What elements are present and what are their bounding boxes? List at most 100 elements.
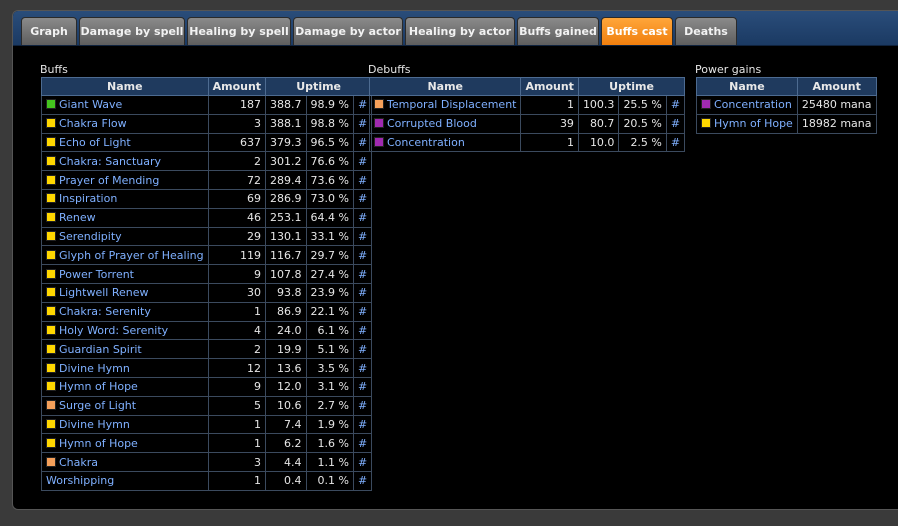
row-name-cell[interactable]: Guardian Spirit <box>41 339 209 360</box>
row-detail-link[interactable]: # <box>352 301 373 322</box>
row-detail-link[interactable]: # <box>352 339 373 360</box>
row-detail-link[interactable]: # <box>352 264 373 284</box>
col-amount[interactable]: Amount <box>207 77 267 96</box>
col-amount[interactable]: Amount <box>796 77 877 96</box>
row-uptime-percent: 96.5 % <box>305 132 355 153</box>
row-name-cell[interactable]: Chakra: Sanctuary <box>41 151 209 172</box>
row-name[interactable]: Hymn of Hope <box>714 117 793 130</box>
row-name-cell[interactable]: Worshipping <box>41 470 209 491</box>
row-name[interactable]: Worshipping <box>46 474 114 487</box>
row-detail-link[interactable]: # <box>665 113 686 134</box>
row-amount: 9 <box>207 264 267 284</box>
row-amount: 3 <box>207 113 267 134</box>
row-name[interactable]: Temporal Displacement <box>387 98 516 111</box>
row-name[interactable]: Surge of Light <box>59 399 136 412</box>
tab-graph[interactable]: Graph <box>21 17 77 45</box>
row-name-cell[interactable]: Giant Wave <box>41 95 209 115</box>
row-name[interactable]: Holy Word: Serenity <box>59 324 168 337</box>
col-amount[interactable]: Amount <box>520 77 579 96</box>
row-name[interactable]: Chakra: Sanctuary <box>59 155 161 168</box>
row-name-cell[interactable]: Power Torrent <box>41 264 209 284</box>
row-detail-link[interactable]: # <box>352 470 373 491</box>
tab-healing-by-actor[interactable]: Healing by actor <box>405 17 515 45</box>
color-swatch-icon <box>701 99 711 110</box>
tab-deaths[interactable]: Deaths <box>675 17 737 45</box>
row-name[interactable]: Glyph of Prayer of Healing <box>59 249 204 262</box>
row-name-cell[interactable]: Chakra Flow <box>41 113 209 134</box>
row-name[interactable]: Giant Wave <box>59 98 122 111</box>
color-swatch-icon <box>46 212 56 223</box>
row-detail-link[interactable]: # <box>665 132 686 153</box>
tab-buffs-cast[interactable]: Buffs cast <box>601 17 673 45</box>
row-name[interactable]: Hymn of Hope <box>59 437 138 450</box>
row-name-cell[interactable]: Surge of Light <box>41 395 209 416</box>
row-name-cell[interactable]: Concentration <box>368 132 522 153</box>
row-name[interactable]: Corrupted Blood <box>387 117 477 130</box>
row-detail-link[interactable]: # <box>352 395 373 416</box>
row-detail-link[interactable]: # <box>352 170 373 190</box>
row-name[interactable]: Divine Hymn <box>59 418 130 431</box>
row-uptime-percent: 6.1 % <box>305 320 355 341</box>
row-name[interactable]: Inspiration <box>59 192 117 205</box>
row-name-cell[interactable]: Hymn of Hope <box>41 376 209 397</box>
row-detail-link[interactable]: # <box>352 151 373 172</box>
row-name-cell[interactable]: Inspiration <box>41 188 209 209</box>
col-uptime[interactable]: Uptime <box>577 77 686 96</box>
row-name[interactable]: Guardian Spirit <box>59 343 142 356</box>
row-name[interactable]: Prayer of Mending <box>59 174 159 187</box>
row-name[interactable]: Hymn of Hope <box>59 380 138 393</box>
color-swatch-icon <box>46 155 56 166</box>
row-detail-link[interactable]: # <box>352 245 373 266</box>
row-name-cell[interactable]: Renew <box>41 207 209 228</box>
row-name[interactable]: Chakra Flow <box>59 117 127 130</box>
tab-damage-by-actor[interactable]: Damage by actor <box>293 17 403 45</box>
row-detail-link[interactable]: # <box>352 433 373 454</box>
row-detail-link[interactable]: # <box>352 188 373 209</box>
row-detail-link[interactable]: # <box>352 320 373 341</box>
row-name-cell[interactable]: Prayer of Mending <box>41 170 209 190</box>
power-gains-title: Power gains <box>695 63 762 76</box>
row-name-cell[interactable]: Hymn of Hope <box>41 433 209 454</box>
row-detail-link[interactable]: # <box>665 95 686 115</box>
row-name[interactable]: Concentration <box>387 136 465 149</box>
row-detail-link[interactable]: # <box>352 358 373 378</box>
col-uptime[interactable]: Uptime <box>265 77 373 96</box>
row-name-cell[interactable]: Holy Word: Serenity <box>41 320 209 341</box>
row-detail-link[interactable]: # <box>352 226 373 247</box>
row-name-cell[interactable]: Divine Hymn <box>41 414 209 435</box>
row-name[interactable]: Chakra: Serenity <box>59 305 151 318</box>
row-name-cell[interactable]: Divine Hymn <box>41 358 209 378</box>
row-detail-link[interactable]: # <box>352 376 373 397</box>
row-name-cell[interactable]: Chakra: Serenity <box>41 301 209 322</box>
row-name[interactable]: Lightwell Renew <box>59 286 148 299</box>
row-detail-link[interactable]: # <box>352 207 373 228</box>
table-row: Holy Word: Serenity 4 24.0 6.1 % # <box>41 320 373 341</box>
row-name[interactable]: Echo of Light <box>59 136 131 149</box>
tab-healing-by-spell[interactable]: Healing by spell <box>187 17 291 45</box>
row-name-cell[interactable]: Temporal Displacement <box>368 95 522 115</box>
row-name-cell[interactable]: Serendipity <box>41 226 209 247</box>
row-name[interactable]: Chakra <box>59 456 98 469</box>
row-detail-link[interactable]: # <box>352 452 373 472</box>
row-name[interactable]: Renew <box>59 211 96 224</box>
tab-damage-by-spell[interactable]: Damage by spell <box>79 17 185 45</box>
tab-buffs-gained[interactable]: Buffs gained <box>517 17 599 45</box>
row-detail-link[interactable]: # <box>352 282 373 303</box>
row-detail-link[interactable]: # <box>352 414 373 435</box>
row-name[interactable]: Serendipity <box>59 230 122 243</box>
row-name[interactable]: Concentration <box>714 98 792 111</box>
row-name-cell[interactable]: Concentration <box>696 95 798 115</box>
row-name-cell[interactable]: Chakra <box>41 452 209 472</box>
row-name-cell[interactable]: Lightwell Renew <box>41 282 209 303</box>
row-uptime-percent: 1.9 % <box>305 414 355 435</box>
row-name-cell[interactable]: Echo of Light <box>41 132 209 153</box>
col-name[interactable]: Name <box>368 77 522 96</box>
row-name-cell[interactable]: Corrupted Blood <box>368 113 522 134</box>
col-name[interactable]: Name <box>41 77 209 96</box>
table-row: Renew 46 253.1 64.4 % # <box>41 207 373 228</box>
row-name[interactable]: Divine Hymn <box>59 362 130 375</box>
row-name[interactable]: Power Torrent <box>59 268 134 281</box>
col-name[interactable]: Name <box>696 77 798 96</box>
row-name-cell[interactable]: Glyph of Prayer of Healing <box>41 245 209 266</box>
row-name-cell[interactable]: Hymn of Hope <box>696 113 798 134</box>
